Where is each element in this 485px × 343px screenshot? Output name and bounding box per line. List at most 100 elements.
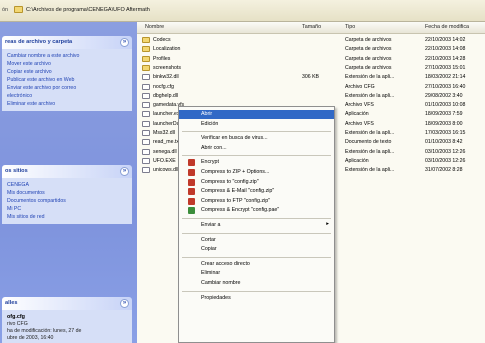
file-type: Extensión de la apli... (345, 148, 395, 155)
menu-item[interactable]: Abrir (179, 110, 334, 119)
file-name: Localization (153, 46, 181, 53)
file-type: Aplicación (345, 157, 369, 164)
file-type: Documento de texto (345, 139, 392, 146)
column-header: Nombre Tamaño Tipo Fecha de modifica (137, 22, 485, 34)
file-icon (142, 111, 150, 118)
folder-icon (142, 46, 150, 53)
menu-item[interactable]: Enviar a ▸ (179, 221, 334, 230)
file-date: 17/03/2003 16:15 (425, 130, 466, 136)
panel-title: reas de archivo y carpeta (5, 39, 73, 45)
file-type: Extensión de la apli... (345, 167, 395, 174)
menu-item[interactable]: Encrypt (179, 158, 334, 167)
collapse-chevron-icon[interactable]: » (120, 299, 129, 308)
column-date[interactable]: Fecha de modifica (425, 24, 469, 30)
file-date: 03/10/2003 12:26 (425, 148, 466, 155)
menu-item[interactable]: Compress & Encrypt "config.pae" (179, 206, 334, 215)
details-file-type: rivo CFG (7, 321, 28, 327)
place-link[interactable]: CENEGA (7, 181, 127, 189)
address-bar[interactable]: ón C:\Archivos de programa\CENEGA\UFO Af… (0, 0, 485, 22)
file-type: Archivo CFG (345, 83, 375, 90)
file-tasks-header[interactable]: reas de archivo y carpeta » (2, 36, 132, 49)
file-row[interactable]: Codecs Carpeta de archivos 22/10/2003 14:0… (137, 36, 485, 45)
task-link[interactable]: Mover este archivo (7, 60, 127, 68)
file-tasks-body: Cambiar nombre a este archivo Mover este … (2, 49, 132, 111)
menu-item-label: Encrypt (201, 159, 219, 166)
menu-item[interactable]: Crear acceso directo (179, 260, 334, 269)
file-date: 27/10/2003 16:40 (425, 83, 466, 90)
menu-item[interactable]: Compress to ZIP + Options... (179, 168, 334, 177)
menu-item[interactable]: Cambiar nombre (179, 279, 334, 288)
panel-title: alles (5, 300, 18, 306)
column-type[interactable]: Tipo (345, 24, 355, 30)
details-header[interactable]: alles » (2, 297, 132, 310)
file-row[interactable]: Profiles Carpeta de archivos 22/10/2003 14… (137, 55, 485, 64)
task-link[interactable]: Eliminar este archivo (7, 100, 127, 108)
menu-item[interactable]: Eliminar (179, 269, 334, 278)
menu-item[interactable]: Propiedades (179, 294, 334, 303)
file-icon (142, 157, 150, 164)
folder-icon (14, 6, 23, 13)
file-row[interactable]: nocfg.cfg Archivo CFG 27/10/2003 16:40 (137, 83, 485, 92)
menu-item-label: Compress & Encrypt "config.pae" (201, 207, 280, 214)
folder-icon (142, 37, 150, 43)
place-link[interactable]: Mi PC (7, 205, 127, 213)
collapse-chevron-icon[interactable]: » (120, 167, 129, 176)
menu-item-label: Cortar (201, 236, 216, 243)
file-row[interactable]: screenshots Carpeta de archivos 27/10/2003… (137, 64, 485, 73)
menu-item[interactable]: Compress to "config.zip" (179, 178, 334, 187)
file-type: Carpeta de archivos (345, 64, 392, 71)
file-name: Profiles (153, 55, 171, 62)
compress-icon (188, 159, 195, 167)
file-icon (142, 148, 150, 155)
menu-item[interactable]: Compress & E-Mail "config.zip" (179, 187, 334, 196)
menu-item[interactable]: Abrir con... (179, 144, 334, 153)
address-path[interactable]: C:\Archivos de programa\CENEGA\UFO After… (26, 7, 150, 13)
menu-item[interactable]: Edición (179, 120, 334, 129)
other-places-body: CENEGA Mis documentos Documentos compartid… (2, 178, 132, 224)
menu-item-label: Edición (201, 120, 219, 127)
file-icon (142, 139, 150, 146)
menu-separator (182, 232, 331, 234)
file-icon (142, 92, 150, 99)
file-row[interactable]: dbghelp.dll Extensión de la apli... 29/08/… (137, 92, 485, 101)
details-panel: alles » ofg.cfg rivo CFG ha de modificac… (2, 297, 132, 343)
menu-item[interactable]: Verificar en busca de virus... (179, 134, 334, 143)
other-places-header[interactable]: os sitios » (2, 165, 132, 178)
task-link[interactable]: Enviar este archivo por correo (7, 84, 127, 92)
menu-item-label: Compress & E-Mail "config.zip" (201, 188, 275, 195)
file-type: Extensión de la apli... (345, 130, 395, 136)
column-size[interactable]: Tamaño (302, 24, 321, 30)
details-modified: ha de modificación: lunes, 27 de (7, 328, 82, 334)
menu-item[interactable]: Cortar (179, 236, 334, 245)
task-link[interactable]: Publicar este archivo en Web (7, 76, 127, 84)
place-link[interactable]: Mis documentos (7, 189, 127, 197)
file-date: 18/09/2003 7:59 (425, 111, 463, 118)
compress-icon (188, 169, 195, 176)
menu-item-label: Compress to FTP "config.zip" (201, 197, 271, 204)
collapse-chevron-icon[interactable]: » (120, 38, 129, 47)
file-name: unicows.dll (153, 167, 179, 174)
file-name: senega.dll (153, 148, 177, 155)
file-name: dbghelp.dll (153, 92, 179, 99)
other-places-panel: os sitios » CENEGA Mis documentos Document… (2, 165, 132, 224)
file-row[interactable]: Localization Carpeta de archivos 22/10/200… (137, 45, 485, 54)
context-menu: Abrir Edición Verificar en busca de virus.… (178, 106, 335, 343)
file-date: 03/10/2003 12:26 (425, 157, 466, 164)
task-link[interactable]: Cambiar nombre a este archivo (7, 52, 127, 60)
file-date: 22/10/2003 14:02 (425, 37, 466, 43)
address-label: ón (2, 7, 9, 13)
file-date: 18/03/2002 21:14 (425, 74, 466, 81)
menu-item[interactable]: Compress to FTP "config.zip" (179, 197, 334, 206)
column-name[interactable]: Nombre (145, 24, 164, 30)
task-link[interactable]: Copiar este archivo (7, 68, 127, 76)
file-row[interactable]: binkw32.dll 306 KB Extensión de la apli...… (137, 73, 485, 82)
place-link[interactable]: Mis sitios de red (7, 213, 127, 221)
menu-item[interactable]: Copiar (179, 245, 334, 254)
place-link[interactable]: Documentos compartidos (7, 197, 127, 205)
compress-icon (188, 188, 195, 196)
file-name: binkw32.dll (153, 74, 179, 81)
menu-item-label: Eliminar (201, 270, 221, 277)
task-link[interactable]: electrónico (7, 92, 127, 100)
menu-item-label: Copiar (201, 246, 217, 253)
details-modified: ubre de 2003, 16:40 (7, 335, 54, 341)
